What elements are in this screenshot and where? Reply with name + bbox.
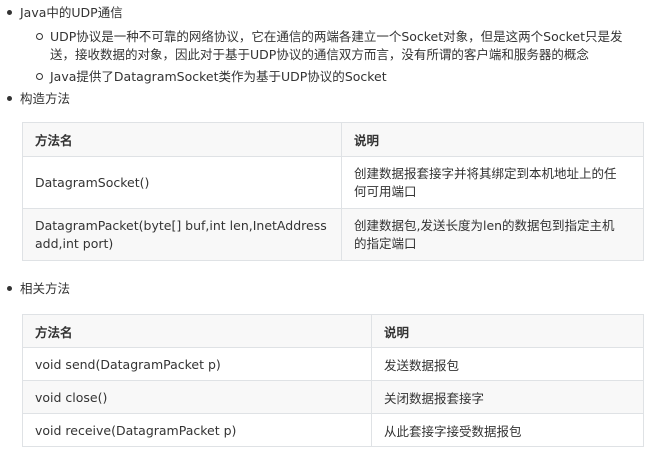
table-row: DatagramSocket() 创建数据报套接字并将其绑定到本机地址上的任 何… [22,156,644,209]
bullet-udp-communication: Java中的UDP通信 [7,4,123,22]
method-cell: DatagramPacket(byte[] buf,int len,InetAd… [22,208,342,261]
method-cell: void send(DatagramPacket p) [22,347,372,381]
description-cell: 创建数据报套接字并将其绑定到本机地址上的任 何可用端口 [341,156,644,209]
method-cell: DatagramSocket() [22,156,342,209]
description-cell: 发送数据报包 [371,347,644,381]
sub-bullet-datagram-socket: Java提供了DatagramSocket类作为基于UDP协议的Socket [36,68,387,86]
bullet-udp-communication-text: Java中的UDP通信 [20,5,123,20]
table-header-row: 方法名 说明 [22,122,644,157]
table-row: DatagramPacket(byte[] buf,int len,InetAd… [22,208,644,261]
table-row: void send(DatagramPacket p) 发送数据报包 [22,347,644,381]
method-cell: void close() [22,380,372,414]
bullet-dot-icon [7,10,12,15]
bullet-dot-icon [7,286,12,291]
constructor-table: 方法名 说明 DatagramSocket() 创建数据报套接字并将其绑定到本机… [22,122,644,261]
bullet-related-methods-text: 相关方法 [20,281,71,296]
bullet-circle-icon [36,73,43,80]
description-cell: 创建数据包,发送长度为len的数据包到指定主机 的指定端口 [341,208,644,261]
method-cell: void receive(DatagramPacket p) [22,413,372,447]
bullet-constructors: 构造方法 [7,90,71,108]
column-header-method: 方法名 [22,122,342,157]
udp-description-line-1: UDP协议是一种不可靠的网络协议，它在通信的两端各建立一个Socket对象，但是… [50,29,623,44]
table-row: void receive(DatagramPacket p) 从此套接字接受数据… [22,413,644,447]
description-cell: 关闭数据报套接字 [371,380,644,414]
bullet-circle-icon [36,33,43,40]
sub-bullet-udp-description: UDP协议是一种不可靠的网络协议，它在通信的两端各建立一个Socket对象，但是… [36,28,623,64]
datagram-socket-text: Java提供了DatagramSocket类作为基于UDP协议的Socket [50,69,387,84]
description-cell: 从此套接字接受数据报包 [371,413,644,447]
bullet-dot-icon [7,96,12,101]
column-header-description: 说明 [371,314,644,348]
column-header-description: 说明 [341,122,644,157]
table-header-row: 方法名 说明 [22,314,644,348]
bullet-constructors-text: 构造方法 [20,91,71,106]
column-header-method: 方法名 [22,314,372,348]
table-row: void close() 关闭数据报套接字 [22,380,644,414]
udp-description-line-2: 送，接收数据的对象，因此对于基于UDP协议的通信双方而言，没有所谓的客户端和服务… [50,47,589,62]
bullet-related-methods: 相关方法 [7,280,71,298]
methods-table: 方法名 说明 void send(DatagramPacket p) 发送数据报… [22,314,644,447]
